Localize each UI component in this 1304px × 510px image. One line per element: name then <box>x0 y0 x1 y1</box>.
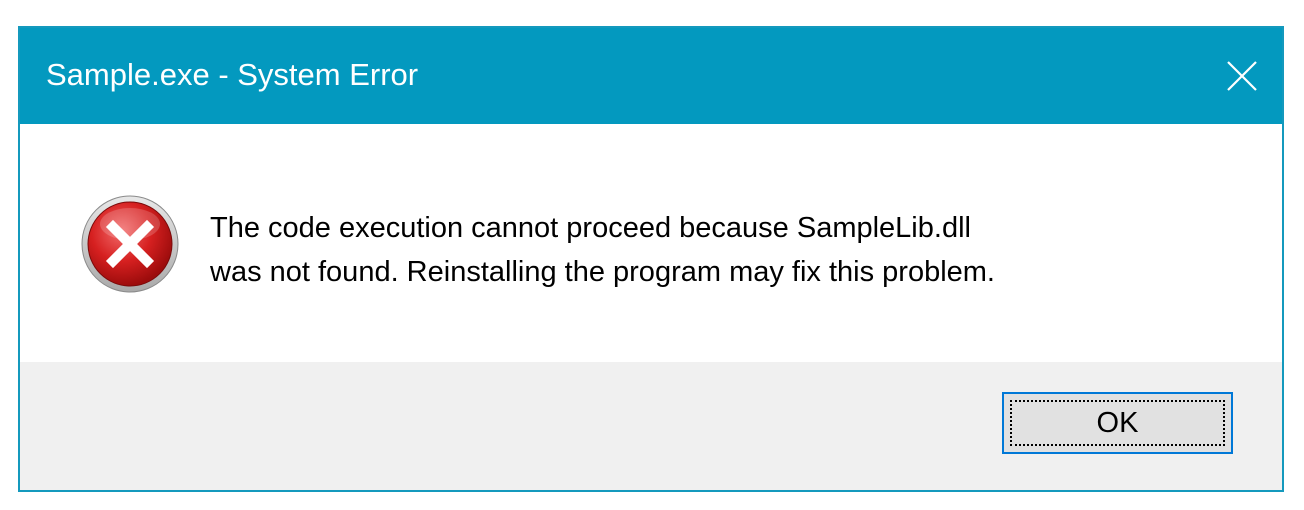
button-bar: OK <box>20 362 1282 490</box>
title-bar[interactable]: Sample.exe - System Error <box>20 28 1282 124</box>
error-message-line-1: The code execution cannot proceed becaus… <box>210 212 971 244</box>
ok-button[interactable]: OK <box>1002 392 1233 454</box>
system-error-dialog: Sample.exe - System Error The code execu… <box>18 26 1284 492</box>
error-icon <box>81 195 179 293</box>
window-title: Sample.exe - System Error <box>46 57 419 92</box>
message-area: The code execution cannot proceed becaus… <box>20 124 1282 362</box>
error-message: The code execution cannot proceed becaus… <box>210 206 1250 294</box>
close-button[interactable] <box>1202 28 1282 124</box>
ok-button-label: OK <box>1096 406 1139 439</box>
close-icon <box>1227 61 1257 91</box>
error-message-line-2: was not found. Reinstalling the program … <box>210 256 995 288</box>
